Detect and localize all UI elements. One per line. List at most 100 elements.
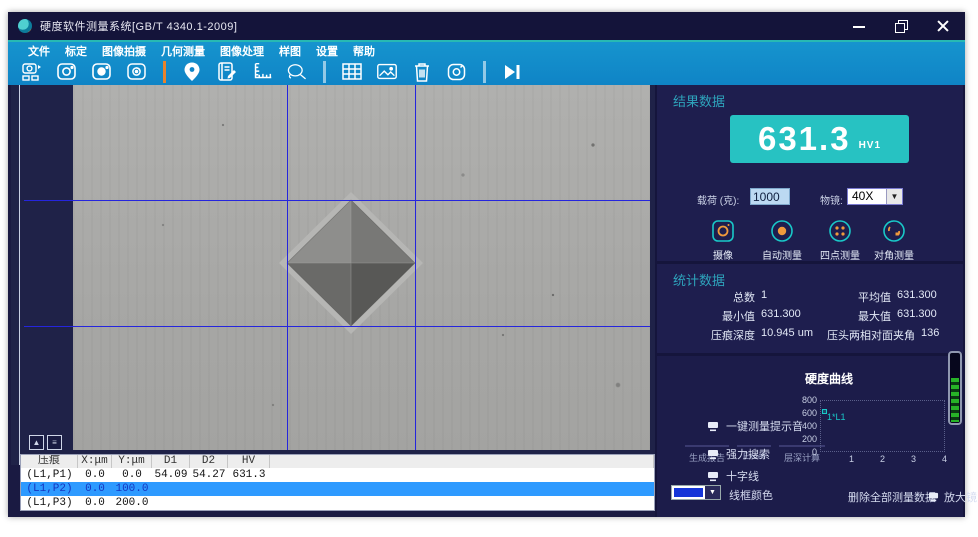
image-icon[interactable] <box>375 60 399 84</box>
color-swatch <box>674 488 703 497</box>
trash-icon[interactable] <box>410 60 434 84</box>
wire-color-select[interactable]: ▼ <box>671 485 721 500</box>
chart-plot-area <box>820 400 945 452</box>
lasso-zoom-icon[interactable] <box>285 60 309 84</box>
magnifier-icon <box>928 492 939 502</box>
ruler-icon[interactable] <box>250 60 274 84</box>
grid-hline-top <box>24 200 650 201</box>
app-window: 硬度软件测量系统[GB/T 4340.1-2009] 文件 标定 图像拍摄 几何… <box>8 12 965 517</box>
stat-min-label: 最小值 <box>657 308 755 324</box>
table-row-selected[interactable]: (L1,P2) 0.0 100.0 <box>21 482 654 496</box>
menu-sample[interactable]: 样图 <box>279 43 301 59</box>
data-point-label: 1*L1 <box>827 412 846 422</box>
diagonal-measure-button[interactable]: 对角测量 <box>865 218 923 262</box>
delete-all-button[interactable]: 删除全部测量数据 <box>848 489 936 505</box>
magnifier-button[interactable]: 放大镜 <box>928 489 977 505</box>
menu-help[interactable]: 帮助 <box>353 43 375 59</box>
toolbar-separator <box>483 61 486 83</box>
restore-button[interactable] <box>893 18 909 34</box>
stat-depth-label: 压痕深度 <box>657 327 755 343</box>
objective-select[interactable]: 40X ▼ <box>847 188 903 205</box>
notebook-edit-icon[interactable] <box>215 60 239 84</box>
play-next-icon[interactable] <box>500 60 524 84</box>
stat-count-value: 1 <box>755 289 805 305</box>
load-label: 载荷 (克): <box>697 192 739 207</box>
stat-depth-value: 10.945 um <box>755 327 827 343</box>
col-y: Y:μm <box>112 455 152 468</box>
checkbox-icon <box>707 471 719 482</box>
xtick-2: 2 <box>880 454 885 464</box>
camera-eye-icon[interactable] <box>125 60 149 84</box>
camera-record-icon[interactable] <box>90 60 114 84</box>
stat-min-value: 631.300 <box>755 308 805 324</box>
ytick-0: 0 <box>795 447 817 457</box>
app-icon <box>18 19 32 33</box>
menu-toolbar-block: 文件 标定 图像拍摄 几何测量 图像处理 样图 设置 帮助 <box>8 40 965 85</box>
stat-max-label: 最大值 <box>805 308 891 324</box>
minimize-button[interactable] <box>851 18 867 34</box>
right-panel: 结果数据 631.3 HV1 载荷 (克): 物镜: 40X ▼ 摄像 <box>655 85 965 517</box>
measurement-table: 压痕 X:μm Y:μm D1 D2 HV (L1,P1) 0.0 0.0 54… <box>20 454 655 511</box>
level-indicator <box>948 351 962 425</box>
checkbox-icon <box>707 421 719 432</box>
table-icon[interactable] <box>340 60 364 84</box>
xtick-4: 4 <box>942 454 947 464</box>
table-header-row: 压痕 X:μm Y:μm D1 D2 HV <box>21 455 654 468</box>
close-button[interactable] <box>935 18 951 34</box>
col-indent: 压痕 <box>21 455 78 468</box>
col-hv: HV <box>228 455 270 468</box>
xtick-3: 3 <box>911 454 916 464</box>
stat-count-label: 总数 <box>657 289 755 305</box>
microscope-image[interactable] <box>73 85 650 450</box>
checkbox-icon <box>707 449 719 460</box>
viewport-border <box>19 85 20 465</box>
chart-title: 硬度曲线 <box>805 370 853 387</box>
statistics-header: 统计数据 <box>673 270 725 289</box>
title-bar[interactable]: 硬度软件测量系统[GB/T 4340.1-2009] <box>8 12 965 40</box>
ytick-400: 400 <box>795 421 817 431</box>
menu-geometry-measure[interactable]: 几何测量 <box>161 43 205 59</box>
chevron-down-icon[interactable]: ▼ <box>705 486 720 499</box>
four-point-measure-button[interactable]: 四点测量 <box>811 218 869 262</box>
stat-mean-value: 631.300 <box>891 289 937 305</box>
wire-color-label: 线框颜色 <box>729 487 773 503</box>
beep-toggle[interactable]: 一键测量提示音 <box>707 418 803 434</box>
menu-calibration[interactable]: 标定 <box>65 43 87 59</box>
table-row[interactable]: (L1,P1) 0.0 0.0 54.09 54.27 631.3 <box>21 468 654 482</box>
objective-value: 40X <box>848 189 886 204</box>
camera-icon[interactable] <box>55 60 79 84</box>
hardness-curve-chart: 硬度曲线 800 600 400 200 0 1 2 3 4 1*L1 <box>795 368 957 476</box>
menu-settings[interactable]: 设置 <box>316 43 338 59</box>
menu-image-processing[interactable]: 图像处理 <box>220 43 264 59</box>
grid-vline-left <box>287 85 288 450</box>
load-input[interactable] <box>750 188 790 205</box>
stat-max-value: 631.300 <box>891 308 937 324</box>
capture-export-icon[interactable] <box>20 60 44 84</box>
image-viewport[interactable]: ▲ ≡ <box>11 85 655 465</box>
auto-measure-button[interactable]: 自动测量 <box>753 218 811 262</box>
menu-image-capture[interactable]: 图像拍摄 <box>102 43 146 59</box>
menu-file[interactable]: 文件 <box>28 43 50 59</box>
grid-vline-right <box>415 85 416 450</box>
power-search-toggle[interactable]: 强力搜索 <box>707 446 770 462</box>
desktop: 硬度软件测量系统[GB/T 4340.1-2009] 文件 标定 图像拍摄 几何… <box>0 0 978 537</box>
crosshair-toggle[interactable]: 十字线 <box>707 468 759 484</box>
chevron-down-icon[interactable]: ▼ <box>886 189 902 204</box>
stat-angle-label: 压头两相对面夹角 <box>827 327 915 343</box>
table-row[interactable]: (L1,P3) 0.0 200.0 <box>21 496 654 510</box>
results-header: 结果数据 <box>673 91 725 110</box>
statistics-section: 统计数据 总数 1 平均值 631.300 最小值 631.300 最大值 63… <box>657 264 963 353</box>
hardness-value: 631.3 <box>758 120 851 158</box>
camera-capture-button[interactable]: 摄像 <box>694 218 752 262</box>
camera-snap-icon[interactable] <box>445 60 469 84</box>
level-indicator-fill <box>951 378 959 422</box>
pin-icon[interactable] <box>180 60 204 84</box>
indentation-diamond <box>73 85 650 450</box>
ytick-200: 200 <box>795 434 817 444</box>
stage-menu-button[interactable]: ≡ <box>47 435 62 450</box>
hardness-unit: HV1 <box>859 140 881 151</box>
col-x: X:μm <box>78 455 112 468</box>
grid-hline-bottom <box>24 326 650 327</box>
stage-up-button[interactable]: ▲ <box>29 435 44 450</box>
stat-mean-label: 平均值 <box>805 289 891 305</box>
